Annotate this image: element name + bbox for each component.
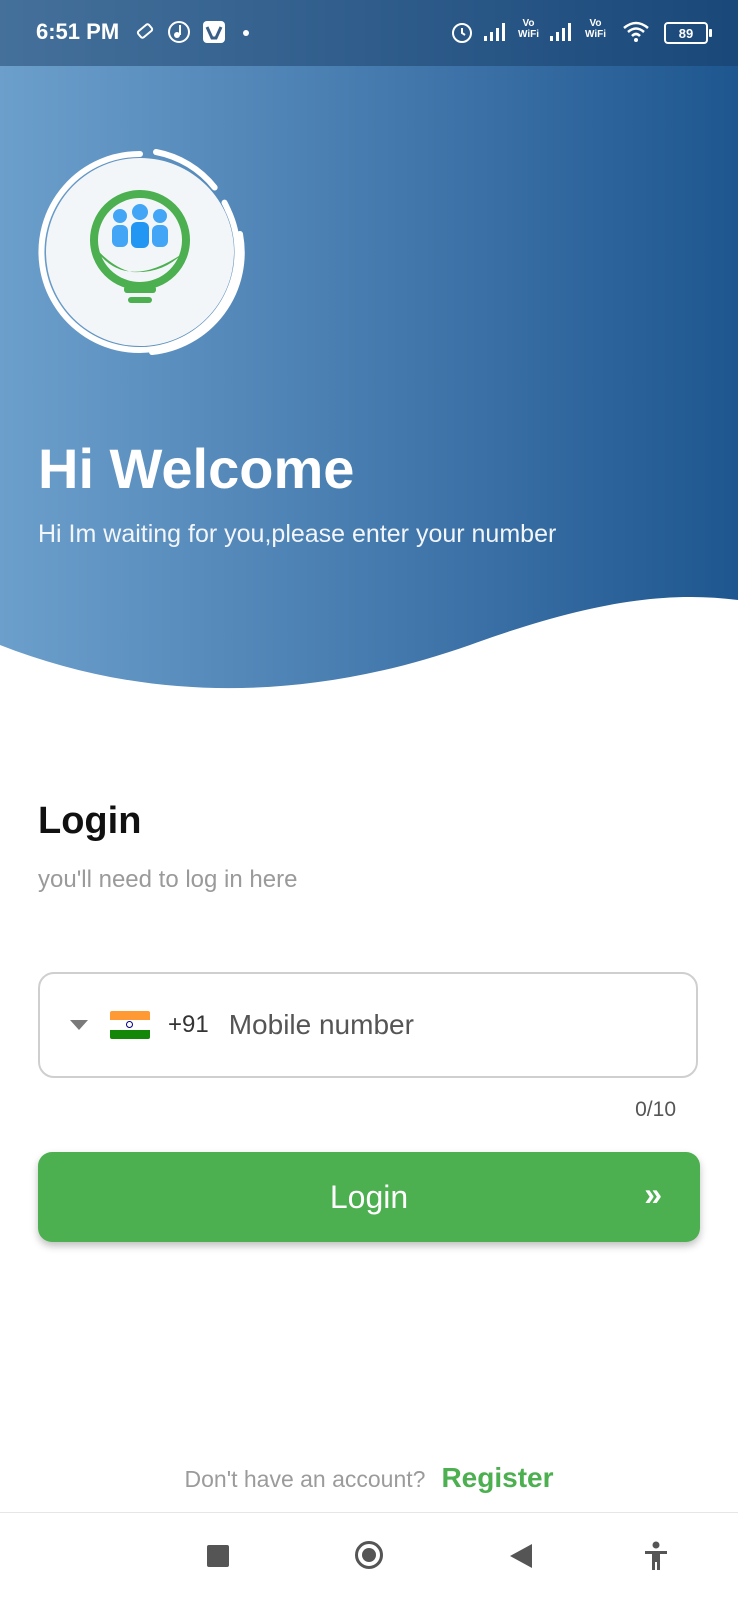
- back-icon[interactable]: [510, 1544, 532, 1568]
- wave-divider: [0, 597, 738, 720]
- vowifi-label-top: Vo: [522, 18, 535, 29]
- alarm-icon: [452, 23, 472, 43]
- vowifi-icon: Vo WiFi: [585, 18, 606, 40]
- vowifi-icon: Vo WiFi: [518, 18, 539, 40]
- accessibility-icon[interactable]: [642, 1541, 670, 1571]
- country-dropdown-icon[interactable]: [70, 1020, 88, 1030]
- welcome-subtitle: Hi Im waiting for you,please enter your …: [38, 520, 557, 548]
- welcome-title: Hi Welcome: [38, 437, 355, 500]
- character-counter: 0/10: [635, 1098, 676, 1121]
- double-chevron-right-icon: »: [644, 1176, 662, 1212]
- wifi-icon: [623, 21, 649, 42]
- recents-icon[interactable]: [207, 1545, 229, 1567]
- india-flag-icon[interactable]: [110, 1011, 150, 1039]
- status-time: 6:51 PM: [36, 19, 120, 44]
- vowifi-label-bottom: WiFi: [585, 29, 607, 40]
- register-prompt: Don't have an account? Register: [0, 1462, 738, 1494]
- music-icon: [168, 21, 190, 43]
- vowifi-label-bottom: WiFi: [518, 29, 540, 40]
- vimeo-icon: [203, 21, 225, 43]
- login-title: Login: [38, 800, 142, 842]
- usb-icon: [136, 23, 154, 39]
- login-button[interactable]: Login »: [38, 1152, 700, 1242]
- system-nav-bar: [0, 1512, 738, 1601]
- app-logo: [38, 149, 245, 355]
- country-code[interactable]: +91: [168, 1011, 209, 1039]
- battery-level: 89: [678, 25, 694, 41]
- status-bar: 6:51 PM Vo WiFi Vo WiFi 89: [0, 0, 738, 66]
- battery-icon: 89: [664, 22, 712, 44]
- login-button-label: Login: [329, 1178, 409, 1215]
- register-question: Don't have an account?: [184, 1466, 426, 1492]
- signal-icon: [550, 23, 571, 41]
- vowifi-label-top: Vo: [589, 18, 602, 29]
- register-link[interactable]: Register: [441, 1462, 553, 1494]
- mobile-number-input[interactable]: [226, 1008, 651, 1042]
- phone-input-field: +91: [38, 972, 698, 1078]
- home-icon[interactable]: [355, 1541, 383, 1569]
- dot-icon: [243, 30, 249, 36]
- login-subtitle: you'll need to log in here: [38, 866, 298, 893]
- signal-icon: [484, 23, 505, 41]
